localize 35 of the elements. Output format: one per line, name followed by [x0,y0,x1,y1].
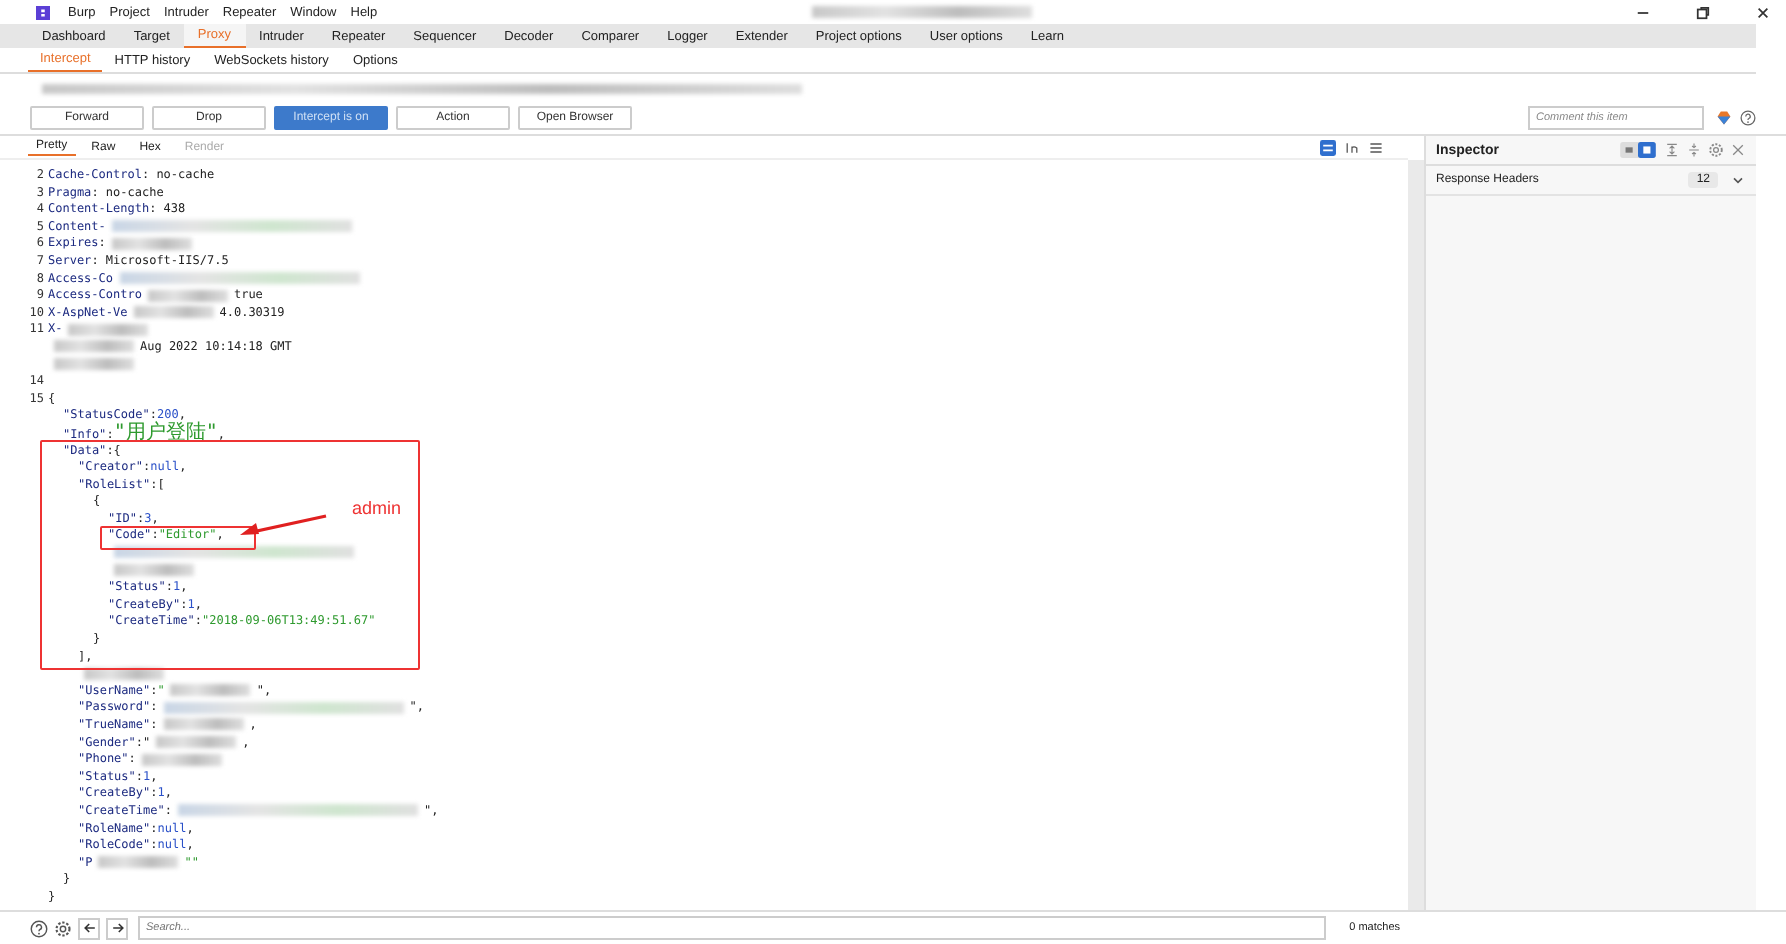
blurred-text [98,856,179,869]
blurred-text [147,289,228,302]
blurred-text [111,237,192,250]
menu-icon[interactable] [1368,139,1384,155]
blurred-text [141,753,222,766]
blurred-text [54,340,134,353]
blurred-text [68,323,149,336]
scrollbar[interactable] [1408,160,1424,910]
settings-icon[interactable] [1708,142,1724,158]
close-icon[interactable] [1756,5,1770,19]
annotation-label: admin [352,497,402,518]
blurred-text [114,564,194,577]
newline-icon[interactable] [1344,139,1360,155]
arrow-drawing [240,513,328,538]
gem-icon[interactable] [1716,110,1732,126]
settings-icon[interactable] [54,919,72,937]
list-view-icon[interactable] [1320,139,1336,155]
blurred-text [54,357,134,370]
collapse-icon[interactable] [1686,142,1702,158]
layout-toggle-icon[interactable] [1618,142,1658,158]
code-text: "用户登陆" [113,421,218,444]
back-button[interactable] [78,917,100,939]
blurred-text [170,684,251,697]
blurred-text [156,735,237,748]
blurred-text [163,718,244,731]
right-arrow-icon [109,920,125,936]
help-icon[interactable] [30,919,48,937]
restore-icon[interactable] [1696,5,1710,19]
app-logo-icon [36,5,50,19]
blurred-text [133,306,214,319]
help-icon[interactable] [1740,110,1756,126]
left-arrow-icon [81,920,97,936]
forward-button[interactable] [106,917,128,939]
expand-icon[interactable] [1664,142,1680,158]
chevron-icon[interactable] [1730,172,1746,188]
